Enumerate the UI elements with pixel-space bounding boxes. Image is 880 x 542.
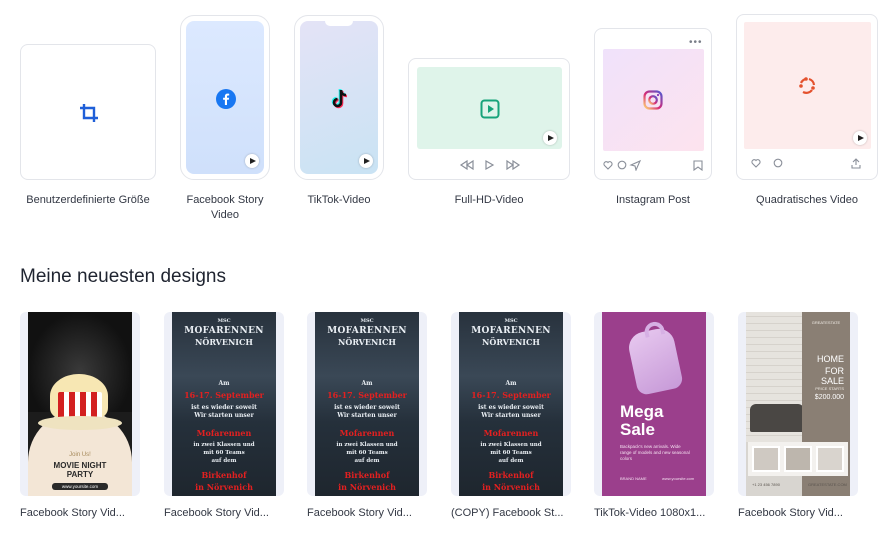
poster-text: in zwei Klassen und — [193, 442, 255, 448]
poster-text: in zwei Klassen und — [336, 442, 398, 448]
poster-text: $200.000 — [814, 394, 844, 401]
poster-title: MOVIE NIGHT PARTY — [53, 461, 107, 479]
poster-text: 16-17. September — [471, 390, 551, 400]
poster-url: www.yoursite.com — [662, 476, 695, 481]
template-custom-size[interactable] — [20, 44, 156, 180]
poster-text: Mofarennen — [339, 428, 395, 438]
poster-text: 16-17. September — [184, 390, 264, 400]
poster-title: HOME — [817, 354, 844, 364]
design-label[interactable]: TikTok-Video 1080x1... — [594, 506, 720, 520]
crop-icon — [80, 104, 98, 122]
template-tiktok-video[interactable] — [294, 15, 384, 180]
backpack-image — [626, 325, 684, 397]
design-label[interactable]: Facebook Story Vid... — [738, 506, 864, 520]
poster-title: Mega — [620, 402, 664, 421]
poster-text: ist es wieder soweit — [334, 404, 400, 411]
template-label: TikTok-Video — [307, 194, 371, 206]
play-icon — [853, 131, 867, 145]
poster-text: mit 60 Teams — [203, 450, 245, 456]
design-label[interactable]: (COPY) Facebook St... — [451, 506, 577, 520]
instagram-icon — [643, 90, 663, 110]
sofa-image — [750, 404, 804, 432]
square-video-icon — [799, 77, 816, 94]
poster-title: MOFARENNEN — [327, 326, 407, 336]
poster-text: GREATESTATE — [811, 320, 841, 325]
poster-text: Am — [218, 380, 230, 387]
more-dots-icon: ••• — [689, 37, 703, 48]
poster-text: MSC — [504, 318, 518, 324]
poster-text: MSC — [360, 318, 374, 324]
template-label: Quadratisches Video — [756, 194, 858, 206]
template-label: Benutzerdefinierte Größe — [26, 194, 150, 206]
play-icon — [245, 154, 259, 168]
poster-text: Am — [505, 380, 517, 387]
poster-text: auf dem — [498, 458, 524, 464]
poster-text: Birkenhof — [488, 470, 534, 480]
template-full-hd-video[interactable] — [408, 58, 570, 180]
poster-text: MSC — [217, 318, 231, 324]
poster-title: MOFARENNEN — [471, 326, 551, 336]
poster-text: auf dem — [211, 458, 237, 464]
poster-text: +1 23 456 7890 — [752, 482, 780, 487]
recent-designs-heading: Meine neuesten designs — [20, 266, 226, 287]
video-play-icon — [480, 99, 500, 119]
poster-text: Backpack's new arrivals. Wide range of m… — [620, 444, 690, 461]
design-label[interactable]: Facebook Story Vid... — [164, 506, 290, 520]
poster-text: Join Us! — [69, 452, 91, 458]
poster-text: auf dem — [354, 458, 380, 464]
tiktok-icon — [331, 88, 348, 109]
poster-title: NÖRVENICH — [338, 337, 396, 347]
poster-text: mit 60 Teams — [346, 450, 388, 456]
poster-text: Am — [361, 380, 373, 387]
poster-title: NÖRVENICH — [482, 337, 540, 347]
design-thumbnail[interactable]: MSC MOFARENNEN NÖRVENICH Am 16-17. Septe… — [164, 312, 284, 496]
poster-title: FOR SALE — [820, 366, 844, 386]
poster-text: Birkenhof — [344, 470, 390, 480]
poster-text: mit 60 Teams — [490, 450, 532, 456]
design-thumbnail[interactable]: Join Us! MOVIE NIGHT PARTY www.yoursite.… — [20, 312, 140, 496]
play-icon — [543, 131, 557, 145]
poster-text: Mofarennen — [483, 428, 539, 438]
poster-text: PRICE STARTS — [815, 386, 844, 391]
design-label[interactable]: Facebook Story Vid... — [307, 506, 433, 520]
design-thumbnail[interactable]: Mega Sale Backpack's new arrivals. Wide … — [594, 312, 714, 496]
poster-title: NÖRVENICH — [195, 337, 253, 347]
play-icon — [359, 154, 373, 168]
media-controls-icon — [459, 159, 521, 171]
template-label: Full-HD-Video — [454, 194, 524, 206]
facebook-icon — [216, 89, 236, 109]
social-actions-icon — [751, 158, 861, 169]
poster-title: MOFARENNEN — [184, 326, 264, 336]
poster-text: Wir starten unser — [481, 412, 541, 419]
poster-text: BRAND NAME — [620, 476, 647, 481]
poster-text: Birkenhof — [201, 470, 247, 480]
design-thumbnail[interactable]: GREATESTATE HOME FOR SALE PRICE STARTS $… — [738, 312, 858, 496]
poster-text: in Nörvenich — [482, 482, 540, 492]
design-label[interactable]: Facebook Story Vid... — [20, 506, 146, 520]
template-instagram-post[interactable]: ••• — [594, 28, 712, 180]
poster-text: in zwei Klassen und — [480, 442, 542, 448]
template-facebook-story-video[interactable] — [180, 15, 270, 180]
template-label: Instagram Post — [616, 194, 690, 206]
poster-text: ist es wieder soweit — [478, 404, 544, 411]
poster-text: in Nörvenich — [338, 482, 396, 492]
social-actions-icon — [603, 159, 703, 171]
poster-text: Wir starten unser — [194, 412, 254, 419]
design-thumbnail[interactable]: MSC MOFARENNEN NÖRVENICH Am 16-17. Septe… — [451, 312, 571, 496]
poster-url: GREATESTATE.COM — [808, 482, 847, 487]
poster-text: in Nörvenich — [195, 482, 253, 492]
template-label: Facebook Story Video — [186, 194, 264, 221]
poster-title: Sale — [620, 420, 655, 439]
poster-text: ist es wieder soweit — [191, 404, 257, 411]
design-thumbnail[interactable]: MSC MOFARENNEN NÖRVENICH Am 16-17. Septe… — [307, 312, 427, 496]
poster-text: 16-17. September — [327, 390, 407, 400]
poster-text: Wir starten unser — [337, 412, 397, 419]
template-square-video[interactable] — [736, 14, 878, 180]
poster-text: Mofarennen — [196, 428, 252, 438]
poster-url: www.yoursite.com — [52, 483, 108, 490]
